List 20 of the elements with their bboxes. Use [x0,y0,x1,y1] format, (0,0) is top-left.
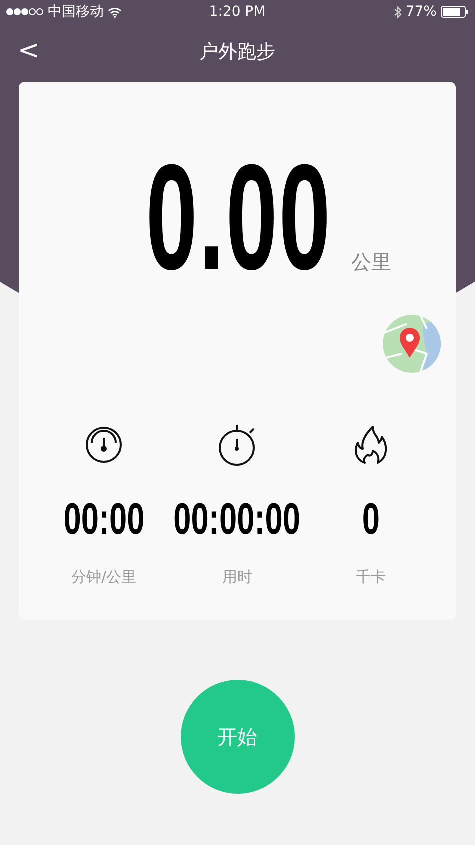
battery-icon [440,6,469,18]
status-time: 1:20 PM [209,4,266,20]
stat-label: 千卡 [356,568,386,587]
stat-label: 用时 [222,568,252,587]
bluetooth-icon [394,6,402,18]
stopwatch-icon [218,424,258,466]
stat-label: 分钟/公里 [71,568,137,587]
battery-percent: 77% [406,4,437,20]
signal-icon [6,8,44,16]
stat-value: 00:00:00 [174,498,301,542]
speedometer-icon [85,424,123,466]
stat-value: 00:00 [63,498,144,542]
page-title: 户外跑步 [200,40,276,65]
distance-value: 0.00 [146,162,332,272]
flame-icon [353,424,389,466]
stat-value: 0 [362,498,380,542]
back-button[interactable]: < [12,32,46,70]
wifi-icon [108,6,122,18]
carrier-name: 中国移动 [48,3,104,21]
distance-unit: 公里 [351,249,392,276]
